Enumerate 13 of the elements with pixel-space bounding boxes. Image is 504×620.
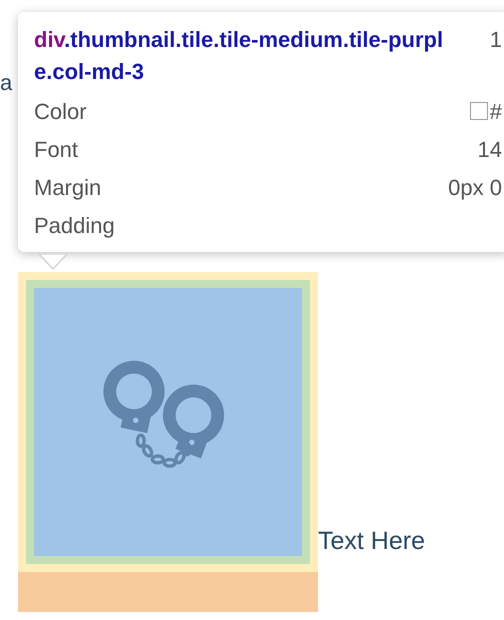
property-label: Padding — [34, 212, 115, 240]
property-value: 14 — [478, 136, 502, 164]
tooltip-arrow — [38, 254, 68, 270]
color-swatch-icon — [470, 102, 488, 120]
element-selector: div.thumbnail.tile.tile-medium.tile-purple.col-md-3 — [34, 26, 444, 86]
property-label: Color — [34, 98, 87, 126]
color-value: # — [490, 98, 502, 126]
property-label: Margin — [34, 174, 102, 202]
element-size: 1 — [490, 26, 502, 54]
tile-caption: Text Here — [318, 526, 425, 556]
property-value: 0px 0 — [448, 174, 502, 202]
property-label: Font — [34, 136, 78, 164]
page-text: a — [0, 69, 12, 97]
